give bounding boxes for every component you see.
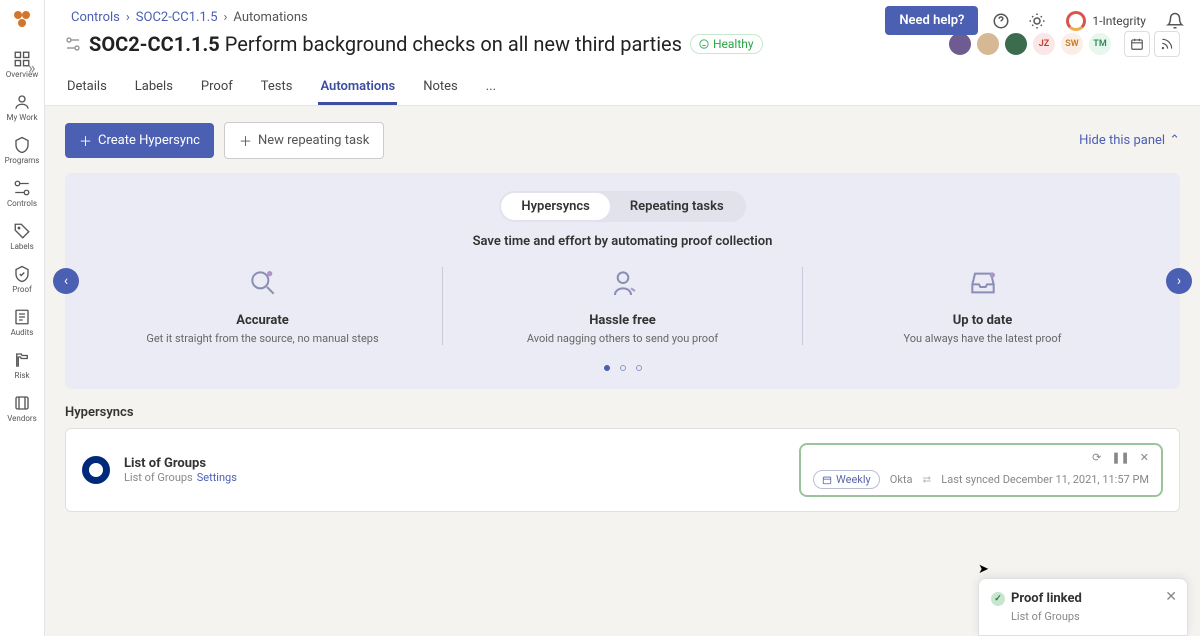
smile-icon: [699, 39, 709, 49]
tab-proof[interactable]: Proof: [199, 71, 235, 105]
toast-notification: ✕ ✓Proof linked List of Groups: [978, 578, 1188, 636]
notification-icon[interactable]: [1162, 8, 1188, 34]
toast-subtitle: List of Groups: [1011, 610, 1175, 623]
help-icon[interactable]: [988, 8, 1014, 34]
app-logo-icon: [10, 7, 34, 31]
create-hypersync-button[interactable]: ＋Create Hypersync: [65, 123, 214, 158]
carousel-dot[interactable]: [620, 365, 626, 371]
breadcrumb-current: Automations: [233, 10, 307, 25]
page-title: SOC2-CC1.1.5 Perform background checks o…: [89, 32, 682, 56]
sync-title: List of Groups: [124, 456, 237, 471]
info-panel: ‹ › Hypersyncs Repeating tasks Save time…: [65, 173, 1180, 389]
status-badge: Healthy: [690, 34, 763, 54]
hypersync-row[interactable]: List of Groups List of GroupsSettings ⟳ …: [65, 428, 1180, 512]
feature-uptodate: Up to dateYou always have the latest pro…: [803, 267, 1162, 345]
feature-hassle-free: Hassle freeAvoid nagging others to send …: [443, 267, 803, 345]
content-area: ＋Create Hypersync ＋New repeating task Hi…: [45, 106, 1200, 528]
sidebar-item-audits[interactable]: Audits: [11, 308, 34, 337]
tab-tests[interactable]: Tests: [259, 71, 295, 105]
header-actions: Need help? 1-Integrity: [885, 6, 1188, 35]
plus-icon: ＋: [239, 131, 252, 150]
expand-sidebar-icon[interactable]: »: [28, 58, 36, 77]
tab-notes[interactable]: Notes: [421, 71, 460, 105]
carousel-prev-button[interactable]: ‹: [53, 268, 79, 294]
main-area: Controls› SOC2-CC1.1.5› Automations Need…: [45, 0, 1200, 636]
panel-tab-hypersyncs[interactable]: Hypersyncs: [501, 193, 610, 220]
inbox-icon: [967, 267, 999, 299]
hide-panel-link[interactable]: Hide this panel ⌃: [1079, 133, 1180, 148]
carousel-dot[interactable]: [636, 365, 642, 371]
avatar[interactable]: TM: [1088, 32, 1112, 56]
carousel-next-button[interactable]: ›: [1166, 268, 1192, 294]
pause-icon[interactable]: ❚❚: [1111, 451, 1129, 464]
avatar[interactable]: JZ: [1032, 32, 1056, 56]
collapse-icon: ⌃: [1169, 133, 1180, 148]
search-icon: [247, 267, 279, 299]
sync-source: Okta: [890, 473, 913, 486]
check-icon: ✓: [991, 592, 1005, 606]
link-icon: ⮂: [922, 473, 931, 487]
carousel-dot[interactable]: [604, 365, 610, 371]
sidebar-item-risk[interactable]: Risk: [13, 351, 31, 380]
sync-subtitle: List of Groups: [124, 471, 193, 484]
sidebar-item-proof[interactable]: Proof: [12, 265, 32, 294]
section-title: Hypersyncs: [65, 405, 1180, 420]
sidebar-item-labels[interactable]: Labels: [10, 222, 33, 251]
theme-icon[interactable]: [1024, 8, 1050, 34]
avatar[interactable]: [948, 32, 972, 56]
tab-automations[interactable]: Automations: [318, 71, 397, 105]
sidebar-item-programs[interactable]: Programs: [5, 136, 40, 165]
okta-logo-icon: [82, 456, 110, 484]
left-sidebar: » Overview My Work Programs Controls Lab…: [0, 0, 45, 636]
refresh-icon[interactable]: ⟳: [1092, 451, 1101, 464]
avatar[interactable]: [976, 32, 1000, 56]
avatar[interactable]: SW: [1060, 32, 1084, 56]
frequency-badge: Weekly: [813, 470, 880, 489]
sidebar-item-vendors[interactable]: Vendors: [7, 394, 37, 423]
org-selector[interactable]: 1-Integrity: [1060, 7, 1152, 35]
person-icon: [607, 267, 639, 299]
org-avatar-icon: [1066, 11, 1086, 31]
need-help-button[interactable]: Need help?: [885, 6, 978, 35]
sync-meta: ⟳ ❚❚ ✕ Weekly Okta ⮂ Last synced Decembe…: [799, 443, 1163, 497]
feature-accurate: AccurateGet it straight from the source,…: [83, 267, 443, 345]
tab-more[interactable]: ...: [484, 71, 498, 105]
avatar[interactable]: [1004, 32, 1028, 56]
tab-details[interactable]: Details: [65, 71, 109, 105]
last-synced: Last synced December 11, 2021, 11:57 PM: [941, 473, 1149, 486]
sync-settings-link[interactable]: Settings: [197, 471, 237, 484]
close-icon[interactable]: ✕: [1140, 451, 1149, 464]
new-repeating-task-button[interactable]: ＋New repeating task: [224, 122, 384, 159]
breadcrumb-root[interactable]: Controls: [71, 10, 120, 25]
breadcrumb-mid[interactable]: SOC2-CC1.1.5: [136, 10, 218, 25]
sidebar-item-controls[interactable]: Controls: [7, 179, 37, 208]
panel-tab-repeating[interactable]: Repeating tasks: [610, 193, 744, 220]
plus-icon: ＋: [79, 131, 92, 150]
calendar-icon: [822, 475, 832, 485]
toast-close-button[interactable]: ✕: [1165, 589, 1177, 605]
tab-labels[interactable]: Labels: [133, 71, 175, 105]
control-icon: [65, 36, 81, 52]
carousel-dots: [83, 365, 1162, 371]
detail-tabs: Details Labels Proof Tests Automations N…: [65, 71, 1180, 105]
page-header: Controls› SOC2-CC1.1.5› Automations Need…: [45, 0, 1200, 106]
panel-subtitle: Save time and effort by automating proof…: [83, 234, 1162, 249]
mouse-cursor-icon: ➤: [978, 562, 989, 577]
sidebar-item-mywork[interactable]: My Work: [6, 93, 37, 122]
